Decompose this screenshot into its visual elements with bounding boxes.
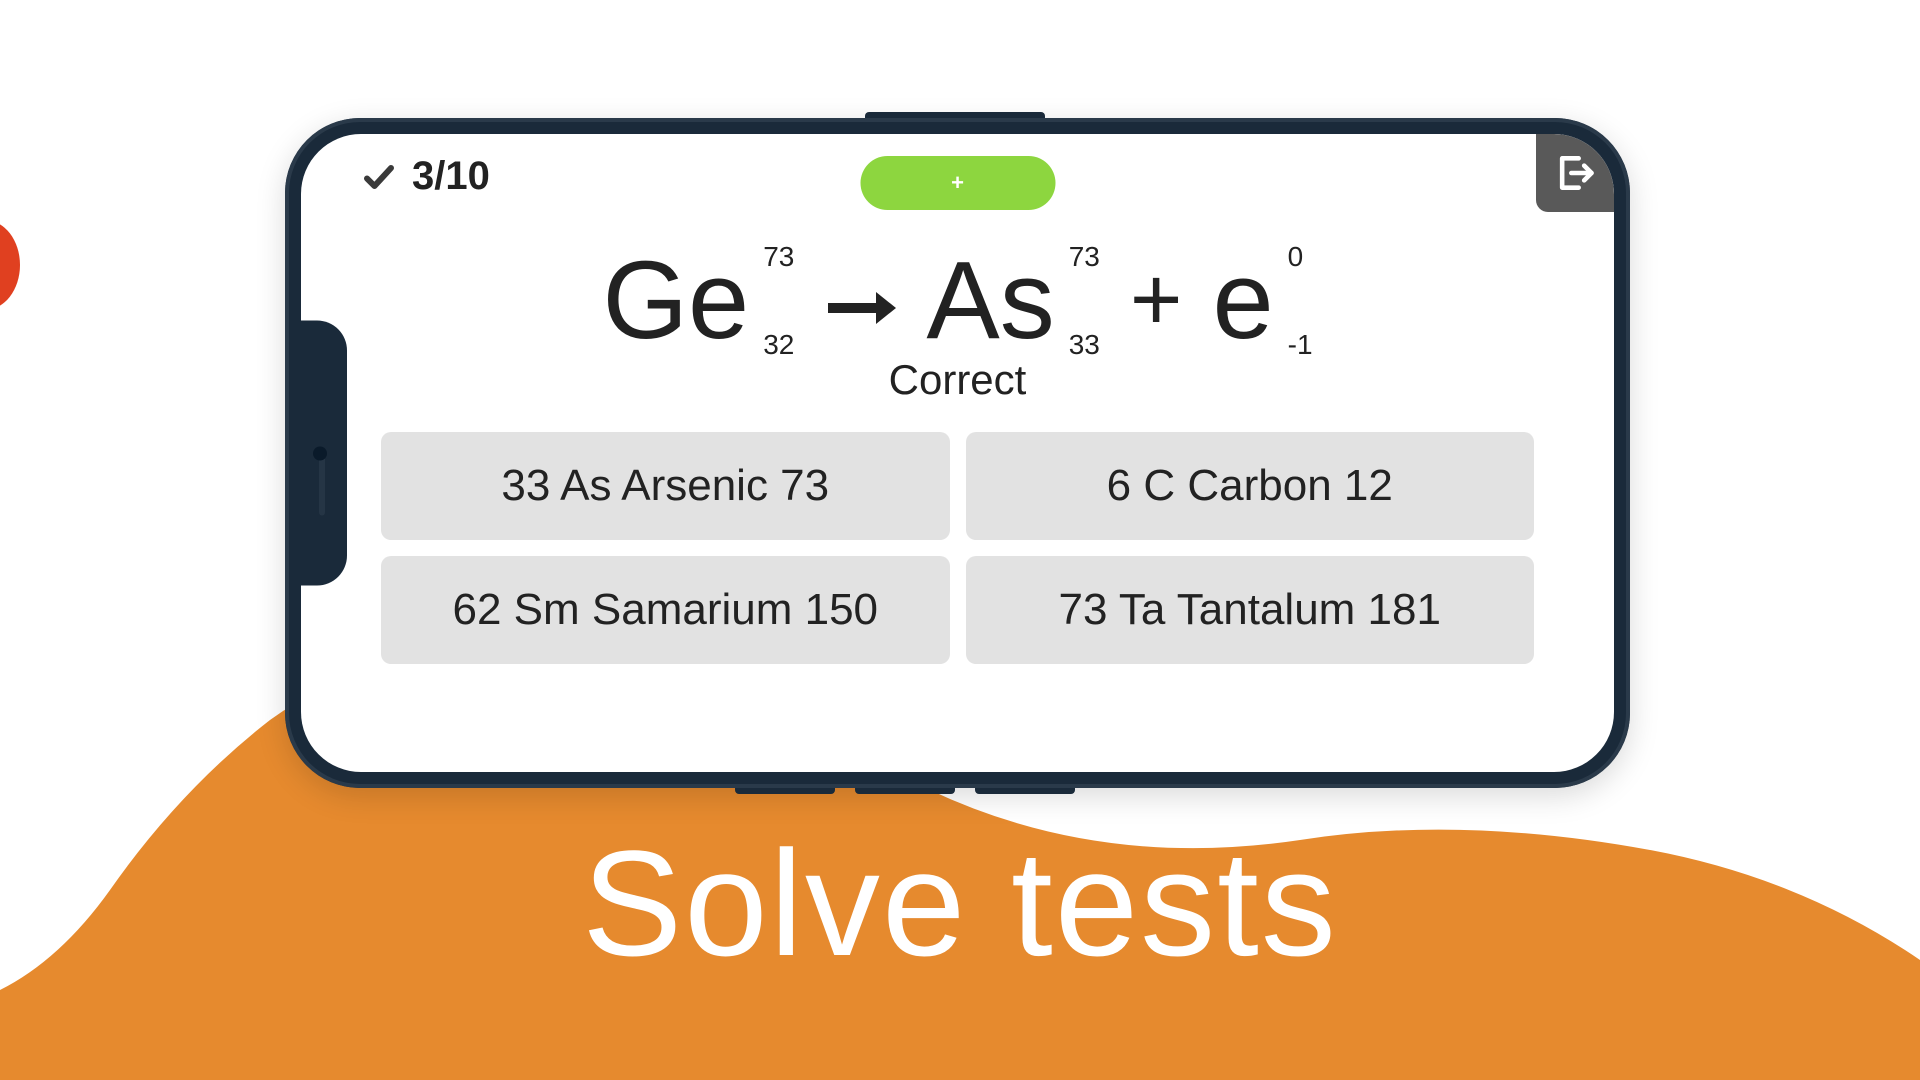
- plus-icon: +: [951, 170, 964, 196]
- phone-screen: 3/10 + Ge 73 32: [301, 134, 1614, 772]
- element-symbol: e: [1212, 237, 1273, 364]
- headline-text: Solve tests: [0, 817, 1920, 990]
- mass-number: 73: [1069, 241, 1100, 273]
- atomic-number: 33: [1069, 329, 1100, 361]
- element-symbol: Ge: [602, 237, 749, 364]
- mass-atomic-numbers: 0 -1: [1288, 241, 1313, 361]
- answer-grid: 33 As Arsenic 73 6 C Carbon 12 62 Sm Sam…: [301, 404, 1614, 664]
- mass-number: 0: [1288, 241, 1313, 273]
- exit-button[interactable]: [1536, 134, 1614, 212]
- exit-icon: [1553, 151, 1597, 195]
- answer-option[interactable]: 62 Sm Samarium 150: [381, 556, 950, 664]
- nuclide-left: Ge 73 32: [602, 237, 794, 364]
- mass-number: 73: [763, 241, 794, 273]
- atomic-number: -1: [1288, 329, 1313, 361]
- plus-sign: +: [1130, 249, 1183, 352]
- phone-side-button: [975, 788, 1075, 794]
- nuclear-equation: Ge 73 32 As 73 33 + e 0: [301, 237, 1614, 364]
- phone-side-button: [855, 788, 955, 794]
- answer-option[interactable]: 6 C Carbon 12: [966, 432, 1535, 540]
- nuclide-middle: As 73 33: [926, 237, 1100, 364]
- quiz-top-bar: 3/10 +: [301, 134, 1614, 199]
- score-counter: 3/10: [412, 154, 490, 199]
- answer-option[interactable]: 73 Ta Tantalum 181: [966, 556, 1535, 664]
- arrow-icon: [824, 255, 896, 347]
- phone-side-button: [865, 112, 1045, 118]
- phone-side-button: [735, 788, 835, 794]
- mass-atomic-numbers: 73 33: [1069, 241, 1100, 361]
- mass-atomic-numbers: 73 32: [763, 241, 794, 361]
- element-symbol: As: [926, 237, 1054, 364]
- answer-option[interactable]: 33 As Arsenic 73: [381, 432, 950, 540]
- plus-pill-button[interactable]: +: [860, 156, 1055, 210]
- status-label: Correct: [301, 356, 1614, 404]
- phone-notch: [301, 321, 347, 586]
- checkmark-icon: [361, 159, 397, 195]
- decorative-red-shape: [0, 220, 20, 310]
- phone-mockup-frame: 3/10 + Ge 73 32: [285, 118, 1630, 788]
- atomic-number: 32: [763, 329, 794, 361]
- nuclide-right: e 0 -1: [1212, 237, 1312, 364]
